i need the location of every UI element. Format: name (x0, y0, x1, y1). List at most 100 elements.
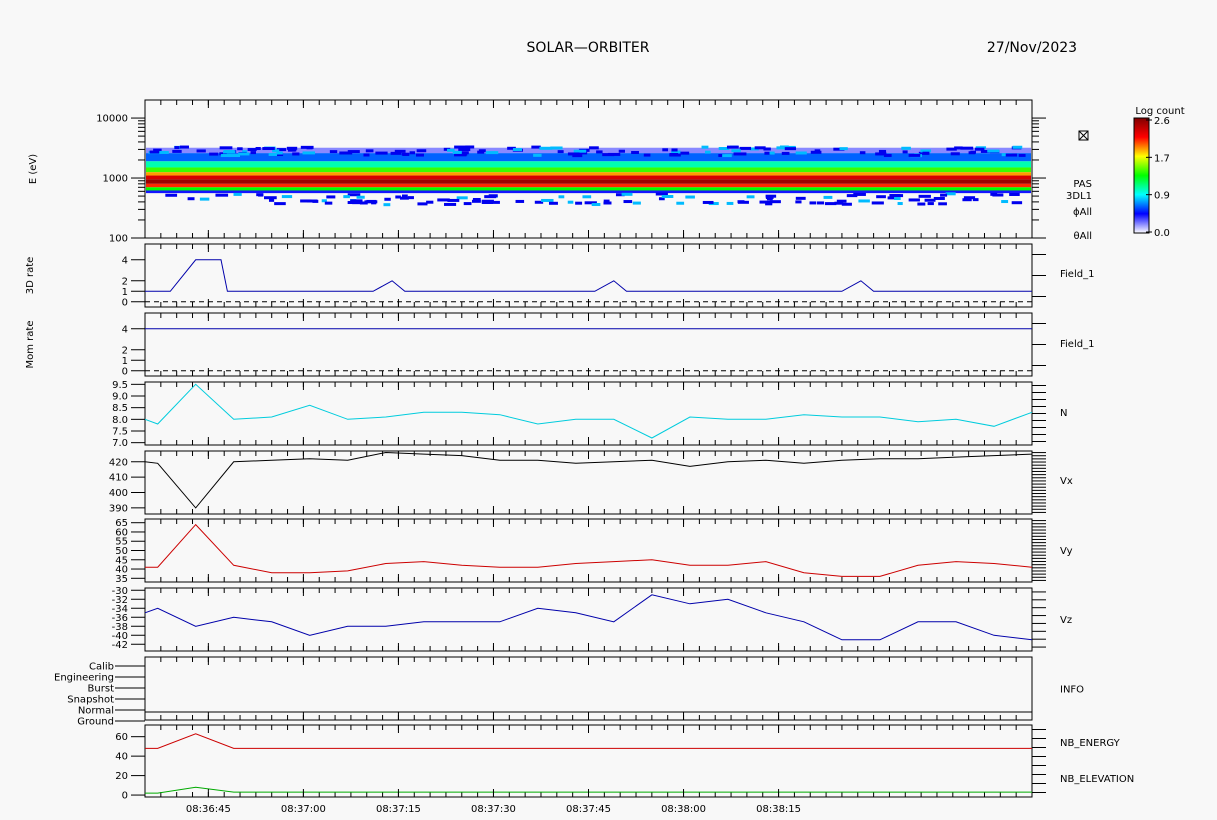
spectrogram-cell (596, 150, 603, 154)
spectrogram-cell (871, 201, 884, 205)
spectrogram-cell (567, 152, 580, 156)
spectrogram-cell (187, 197, 195, 201)
mom-rate-panel: 012 4 Field_1 Mom rate (25, 312, 1094, 377)
spectrogram-cell (196, 149, 206, 153)
spectrogram-cell (853, 192, 866, 196)
spectrogram-cell (533, 153, 542, 157)
spectrogram-cell (539, 146, 553, 150)
spectrogram-cell (343, 195, 350, 199)
spectrogram-right-label: θAll (1073, 231, 1092, 242)
spectrogram-cell (512, 148, 523, 152)
spectrogram-cell (268, 198, 275, 202)
spectrogram-cell (1012, 145, 1023, 149)
y-tick-label: 0 (122, 366, 128, 377)
y-tick-label: 390 (109, 503, 128, 514)
series-label: NB_ENERGY (1060, 738, 1121, 749)
spectrogram-cell (814, 149, 821, 153)
spectrogram-cell (669, 152, 679, 156)
spectrogram-cell (927, 202, 934, 206)
spectrogram-cell (558, 195, 565, 199)
panel-frame-2 (144, 312, 1033, 377)
spectrogram-cell (582, 195, 592, 199)
spectrogram-cell (1018, 153, 1026, 157)
colorbar-tick-label: 2.6 (1154, 116, 1170, 127)
y-tick-label: 4 (122, 324, 128, 335)
spectrogram-cell (263, 196, 277, 200)
spectrogram-cell (946, 147, 957, 151)
spectrogram-cell (737, 200, 745, 204)
3d-rate-panel: 012 4 Field_1 3D rate (25, 243, 1094, 308)
spectrogram-cell (759, 200, 773, 204)
spectrogram-cell (746, 195, 755, 199)
nb-panel: 0 20 40 60 NB_ENERGY NB_ELEVATION (115, 724, 1134, 802)
spectrogram-cell (159, 150, 169, 154)
spectrogram-cell (643, 153, 651, 157)
spectrogram-band (146, 179, 1031, 184)
spectrogram-cell (765, 194, 777, 198)
spectrogram-cell (437, 198, 450, 202)
spectrogram-right-label: ϕAll (1073, 207, 1092, 218)
y-axis-label: 3D rate (25, 257, 36, 295)
spectrogram-cell (602, 153, 615, 157)
spectrogram-cell (889, 194, 901, 198)
info-category-label: Ground (77, 717, 114, 728)
info-category-label: Normal (78, 706, 114, 717)
spectrogram-cell (384, 197, 391, 201)
spectrogram-cell (859, 151, 866, 155)
x-tick-label: 08:38:15 (756, 804, 801, 815)
spectrogram-cell (945, 192, 956, 196)
spectrogram-cell (306, 146, 313, 150)
spectrogram-cell (784, 147, 796, 151)
spectrogram-cell (990, 192, 998, 196)
y-tick-label: 2 (122, 345, 128, 356)
spectrogram-cell (247, 148, 257, 152)
spectrogram-cell (172, 149, 182, 153)
spectrogram-cell (618, 149, 625, 153)
spectrogram-cell (968, 151, 976, 155)
spectrogram-cell (165, 193, 178, 197)
spectrogram-cell (902, 150, 908, 154)
spectrogram-cell (824, 202, 837, 206)
spectrogram-cell (963, 196, 976, 200)
density-panel: 7.07.58.08.59.09.5 N (112, 380, 1067, 449)
y-tick-label: 1 (122, 356, 128, 367)
spectrogram-band (146, 187, 1031, 191)
spectrogram-cell (950, 152, 960, 156)
spectrogram-band (146, 175, 1031, 180)
colorbar-tick-label: 1.7 (1154, 153, 1170, 164)
spectrogram-cell (662, 148, 669, 152)
y-tick-label: 8.0 (112, 415, 128, 426)
spectrogram-cell (940, 193, 948, 197)
colorbar-strip (1133, 117, 1150, 234)
y-tick-label: 9.0 (112, 392, 128, 403)
spectrogram-cell (974, 147, 985, 151)
spectrogram-cell (901, 146, 911, 150)
spectrogram-cell (876, 195, 886, 199)
y-tick-label: 400 (109, 488, 128, 499)
spectrogram-cell (541, 198, 554, 202)
spectrogram-cell (621, 192, 633, 196)
spectrogram-cell (456, 196, 468, 200)
spectrogram-cell (383, 203, 391, 207)
info-category-label: Snapshot (67, 695, 114, 706)
spectrogram-cell (220, 154, 231, 158)
spectrogram-cell (781, 151, 790, 155)
spectrogram-band (146, 183, 1031, 188)
spectrogram-cell (399, 196, 409, 200)
spectrogram-cell (312, 199, 319, 203)
spectrogram-cell (415, 153, 424, 157)
spectrogram-cell (731, 149, 741, 153)
spectrogram-cell (817, 201, 825, 205)
spectrogram-cell (631, 150, 639, 154)
spectrogram-cell (281, 195, 293, 199)
spectrogram-right-label: PAS (1073, 179, 1092, 190)
spectrogram-cell (764, 151, 771, 155)
spectrogram-cell (209, 152, 219, 156)
spectrogram-cell (567, 200, 574, 204)
spectrogram-right-label: 3DL1 (1066, 191, 1092, 202)
info-right-label: INFO (1060, 685, 1084, 696)
y-tick-label: 1 (122, 287, 128, 298)
x-tick-label: 08:37:45 (566, 804, 611, 815)
colorbar: Log count2.61.70.90.0 (1133, 106, 1185, 239)
spectrogram-cell (671, 148, 678, 152)
